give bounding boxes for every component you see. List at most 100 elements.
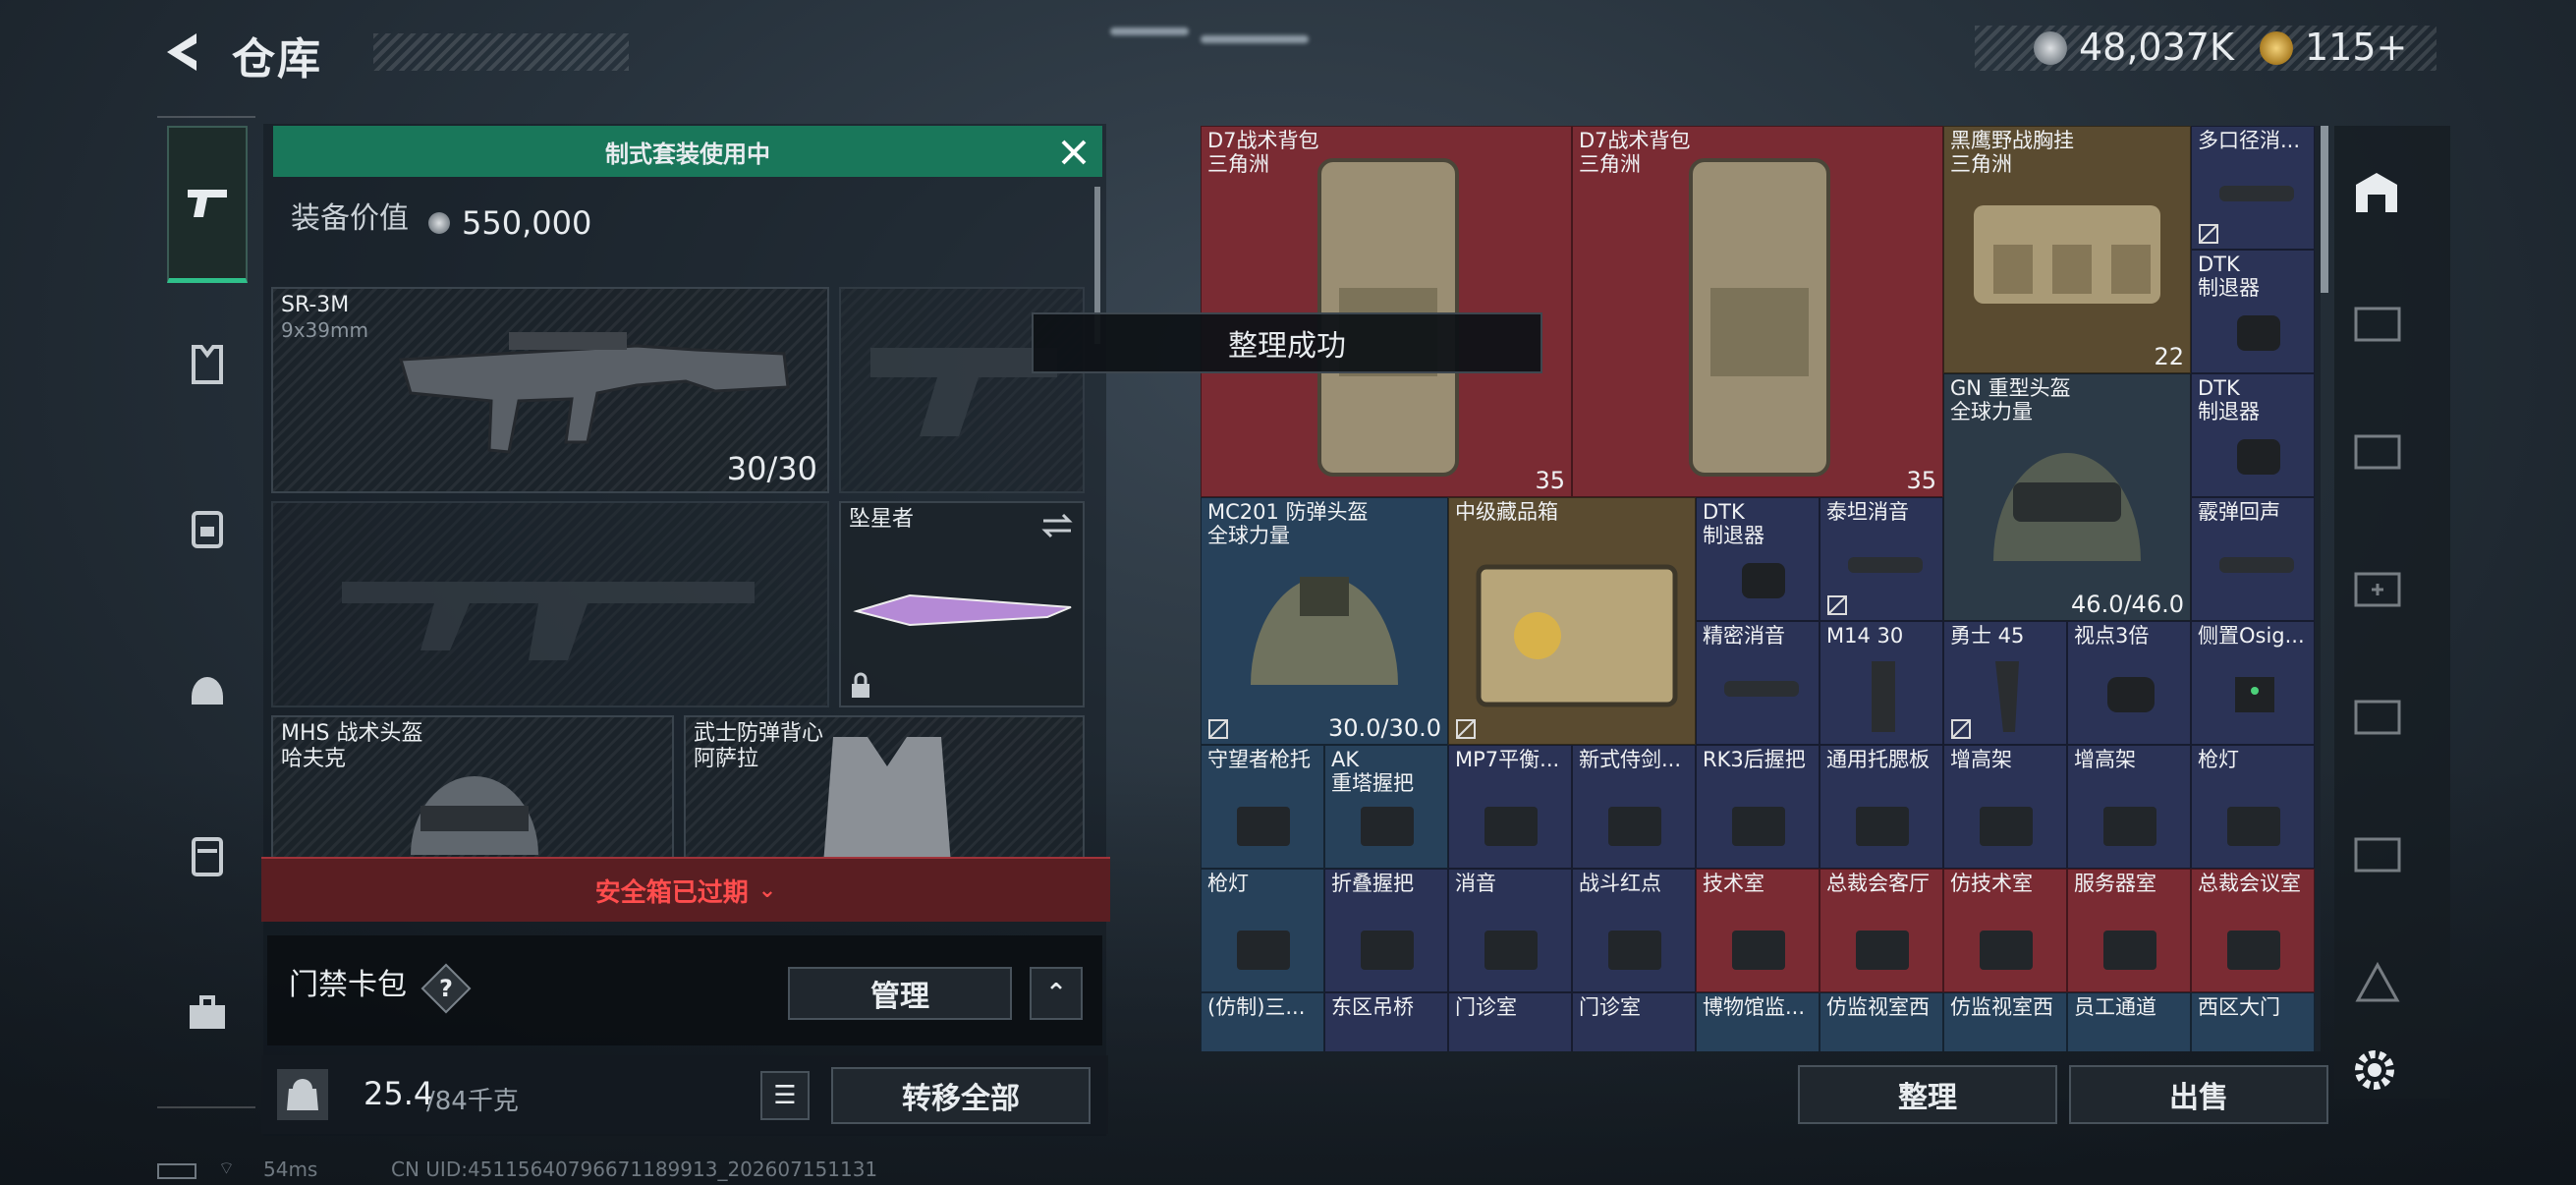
item-name: 门诊室 <box>1579 995 1641 1019</box>
grid-item[interactable]: 总裁会议室 <box>2191 869 2315 992</box>
gear-icon[interactable] <box>2350 1045 2399 1095</box>
attachment-icon <box>2227 931 2280 970</box>
grid-item[interactable]: DTK 制退器 <box>2191 373 2315 497</box>
grid-item[interactable]: 视点3倍 <box>2067 621 2191 745</box>
sort-button[interactable]: 整理 <box>1798 1065 2057 1124</box>
grid-item[interactable]: 增高架 <box>2067 745 2191 869</box>
nav-helmet[interactable] <box>167 649 248 729</box>
grid-item[interactable]: 多口径消... <box>2191 126 2315 250</box>
grid-item[interactable]: 仿监视室西 <box>1943 992 2067 1051</box>
grid-item[interactable]: 黑鹰野战胸挂 三角洲 22 <box>1943 126 2191 373</box>
grid-item[interactable]: DTK 制退器 <box>1696 497 1820 621</box>
grid-item[interactable]: 门诊室 <box>1448 992 1572 1051</box>
grid-item[interactable]: 侧置Osig... <box>2191 621 2315 745</box>
grid-item[interactable]: 员工通道 <box>2067 992 2191 1051</box>
grid-item[interactable]: 战斗红点 <box>1572 869 1696 992</box>
transfer-all-button[interactable]: 转移全部 <box>831 1067 1091 1124</box>
grid-item[interactable]: 总裁会客厅 <box>1820 869 1943 992</box>
grid-item[interactable]: 勇士 45 <box>1943 621 2067 745</box>
grid-item[interactable]: 守望者枪托 <box>1201 745 1324 869</box>
container-level-icon[interactable] <box>2350 560 2405 615</box>
grid-item[interactable]: 新式侍剑... <box>1572 745 1696 869</box>
nav-toolbox[interactable] <box>167 973 248 1053</box>
grid-item[interactable]: 中级藏品箱 <box>1448 497 1696 745</box>
container-level-icon[interactable] <box>2350 688 2405 743</box>
grid-item[interactable]: 枪灯 <box>2191 745 2315 869</box>
close-icon[interactable] <box>1057 136 1091 169</box>
item-name: 消音 <box>1455 872 1496 895</box>
vest-icon <box>192 345 223 384</box>
tokens-amount[interactable]: 115+ <box>2305 26 2407 69</box>
grid-item[interactable]: 仿技术室 <box>1943 869 2067 992</box>
grid-item[interactable]: MC201 防弹头盔 全球力量 30.0/30.0 <box>1201 497 1448 745</box>
pistol-icon <box>188 189 227 217</box>
storage-icon[interactable] <box>2350 167 2403 220</box>
chevron-up-icon[interactable]: ⌃ <box>1030 967 1083 1020</box>
list-icon[interactable]: ☰ <box>760 1071 810 1120</box>
grid-item[interactable]: D7战术背包 三角洲 35 <box>1201 126 1572 497</box>
grid-item[interactable]: 门诊室 <box>1572 992 1696 1051</box>
grid-item[interactable]: 东区吊桥 <box>1324 992 1448 1051</box>
container-level-icon[interactable] <box>2350 955 2405 1010</box>
grid-item[interactable]: 通用托腮板 <box>1820 745 1943 869</box>
nav-weapons[interactable] <box>167 126 248 283</box>
grid-item[interactable]: RK3后握把 <box>1696 745 1820 869</box>
grid-item[interactable]: 博物馆监... <box>1696 992 1820 1051</box>
item-name: 仿监视室西 <box>1826 995 1930 1019</box>
item-name: 西区大门 <box>2198 995 2280 1019</box>
toast-message: 整理成功 <box>1032 312 1542 373</box>
container-level-icon[interactable] <box>2350 295 2405 350</box>
grid-item[interactable]: M14 30 <box>1820 621 1943 745</box>
grid-item[interactable]: 服务器室 <box>2067 869 2191 992</box>
kettlebell-icon <box>287 1079 318 1110</box>
helmet-slot[interactable]: MHS 战术头盔 哈夫克 <box>271 715 674 863</box>
item-name: (仿制)三... <box>1207 995 1306 1019</box>
attachment-icon <box>1856 807 1909 846</box>
attachment-icon <box>1484 807 1538 846</box>
grid-item[interactable]: 精密消音 <box>1696 621 1820 745</box>
grid-item[interactable]: 技术室 <box>1696 869 1820 992</box>
battery-icon <box>157 1163 196 1179</box>
melee-slot[interactable]: 坠星者 <box>839 501 1085 707</box>
back-arrow-icon[interactable] <box>157 28 206 77</box>
grid-item[interactable]: (仿制)三... <box>1201 992 1324 1051</box>
nav-armor[interactable] <box>167 324 248 405</box>
nav-case[interactable] <box>167 816 248 896</box>
swap-icon[interactable] <box>1039 511 1075 540</box>
armor-slot[interactable]: 武士防弹背心 阿萨拉 <box>684 715 1085 865</box>
container-level-icon[interactable] <box>2350 825 2405 880</box>
grid-item[interactable]: AK 重塔握把 <box>1324 745 1448 869</box>
grid-item[interactable]: 泰坦消音 <box>1820 497 1943 621</box>
item-name: 服务器室 <box>2074 872 2156 895</box>
grid-scrollbar[interactable] <box>2321 126 2328 293</box>
item-name: 博物馆监... <box>1703 995 1806 1019</box>
grid-item[interactable]: 折叠握把 <box>1324 869 1448 992</box>
grid-item[interactable]: 增高架 <box>1943 745 2067 869</box>
grid-item[interactable]: MP7平衡... <box>1448 745 1572 869</box>
item-name: DTK 制退器 <box>2198 376 2260 423</box>
grid-item[interactable]: 西区大门 <box>2191 992 2315 1051</box>
item-name: 多口径消... <box>2198 129 2301 152</box>
grid-item[interactable]: 霰弹回声 <box>2191 497 2315 621</box>
grid-item[interactable]: 枪灯 <box>1201 869 1324 992</box>
backpack-item-icon <box>1689 158 1830 477</box>
item-count: 35 <box>1535 467 1565 494</box>
primary-weapon-slot[interactable]: SR-3M 9x39mm 30/30 <box>271 287 829 493</box>
grid-item[interactable]: 消音 <box>1448 869 1572 992</box>
suppressor-icon <box>2219 186 2294 201</box>
grid-item[interactable]: 仿监视室西 <box>1820 992 1943 1051</box>
sell-button[interactable]: 出售 <box>2069 1065 2328 1124</box>
grid-item[interactable]: DTK 制退器 <box>2191 250 2315 373</box>
grid-item[interactable]: D7战术背包 三角洲 35 <box>1572 126 1943 497</box>
manage-button[interactable]: 管理 <box>788 967 1012 1020</box>
item-name: 东区吊桥 <box>1331 995 1414 1019</box>
secondary-weapon-slot[interactable] <box>271 501 829 707</box>
suppressor-icon <box>1724 681 1799 697</box>
rifle-icon <box>399 332 790 454</box>
container-level-icon[interactable] <box>2350 423 2405 478</box>
grid-item[interactable]: GN 重型头盔 全球力量 46.0/46.0 <box>1943 373 2191 621</box>
item-name: 侧置Osig... <box>2198 624 2305 648</box>
attachment-icon <box>2227 807 2280 846</box>
safe-box-warning[interactable]: 安全箱已过期 ⌄ <box>261 857 1110 922</box>
nav-backpack[interactable] <box>167 487 248 568</box>
